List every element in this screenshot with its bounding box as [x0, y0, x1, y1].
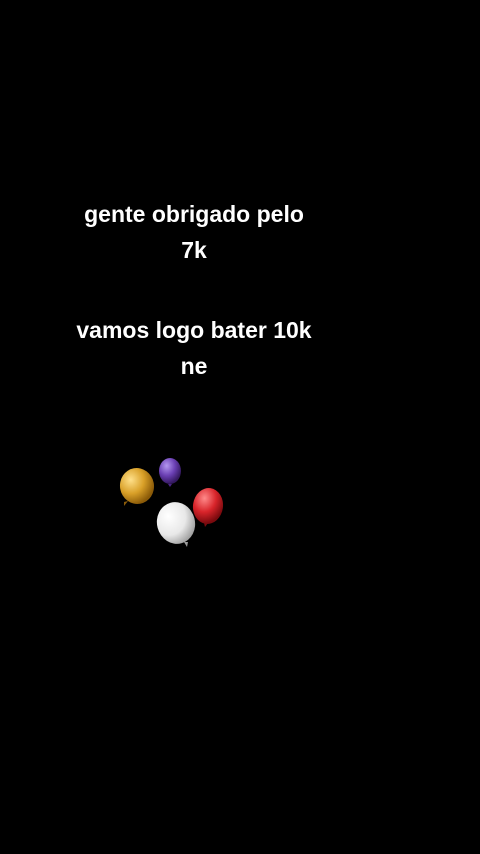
white-balloon-icon — [156, 502, 196, 547]
caption-thanks-line-2: 7k — [181, 237, 207, 263]
gold-balloon-icon — [119, 468, 155, 506]
story-screen: gente obrigado pelo 7k vamos logo bater … — [0, 0, 480, 854]
caption-thanks: gente obrigado pelo 7k — [34, 196, 354, 268]
red-balloon-icon — [192, 488, 224, 527]
caption-goal: vamos logo bater 10k ne — [34, 312, 354, 384]
purple-balloon-icon — [159, 458, 181, 487]
caption-thanks-line-1: gente obrigado pelo — [84, 201, 304, 227]
caption-goal-line-2: ne — [180, 353, 208, 379]
caption-goal-line-1: vamos logo bater 10k — [76, 317, 312, 343]
balloons-icon — [112, 452, 232, 552]
